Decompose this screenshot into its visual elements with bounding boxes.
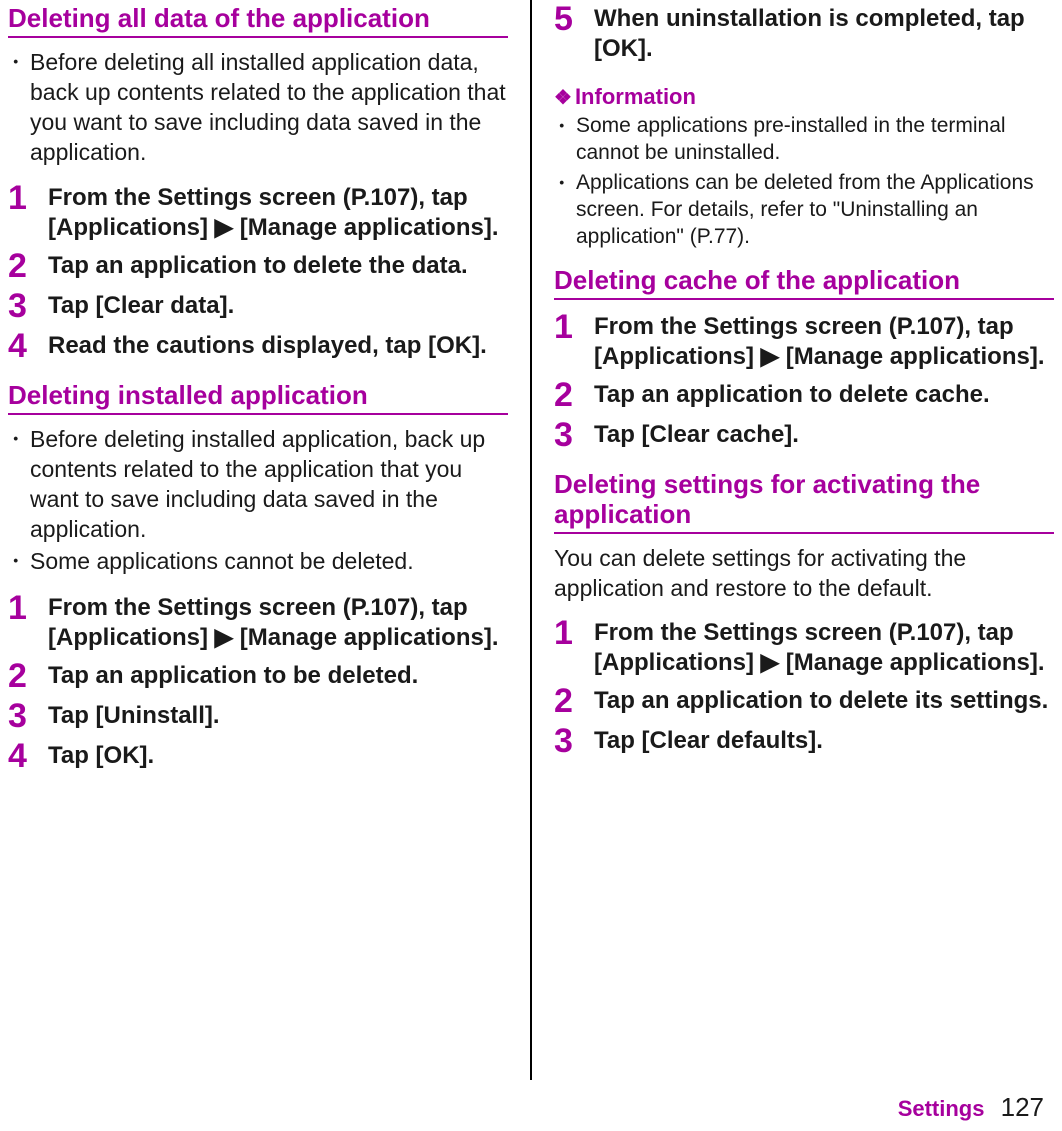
step: 2 Tap an application to delete the data. bbox=[8, 249, 508, 283]
step-text: Tap [OK]. bbox=[48, 739, 154, 771]
footer-category: Settings bbox=[898, 1096, 985, 1121]
step: 2 Tap an application to delete cache. bbox=[554, 378, 1054, 412]
step-number: 5 bbox=[554, 2, 580, 36]
step-number: 1 bbox=[8, 591, 34, 625]
step-number: 2 bbox=[554, 378, 580, 412]
step-text: Read the cautions displayed, tap [OK]. bbox=[48, 329, 487, 361]
step-number: 3 bbox=[8, 289, 34, 323]
right-column: 5 When uninstallation is completed, tap … bbox=[554, 0, 1054, 1080]
step-text: When uninstallation is completed, tap [O… bbox=[594, 2, 1054, 64]
footer-page-number: 127 bbox=[1001, 1092, 1044, 1122]
step: 4 Tap [OK]. bbox=[8, 739, 508, 773]
step-text: Tap an application to delete cache. bbox=[594, 378, 990, 410]
page-content: Deleting all data of the application Bef… bbox=[0, 0, 1062, 1080]
information-heading: Information bbox=[554, 84, 1054, 110]
information-block: Some applications pre-installed in the t… bbox=[554, 112, 1054, 262]
step-number: 2 bbox=[554, 684, 580, 718]
step-text: Tap an application to delete the data. bbox=[48, 249, 468, 281]
step: 3 Tap [Clear cache]. bbox=[554, 418, 1054, 452]
step: 4 Read the cautions displayed, tap [OK]. bbox=[8, 329, 508, 363]
section-title-delete-cache: Deleting cache of the application bbox=[554, 266, 1054, 300]
section-title-delete-app: Deleting installed application bbox=[8, 381, 508, 415]
step-text: From the Settings screen (P.107), tap [A… bbox=[48, 591, 508, 653]
bullet-list: Some applications pre-installed in the t… bbox=[554, 112, 1054, 250]
bullet-item: Some applications cannot be deleted. bbox=[8, 547, 508, 577]
step-text: Tap [Clear defaults]. bbox=[594, 724, 823, 756]
section-title-delete-all-data: Deleting all data of the application bbox=[8, 4, 508, 38]
bullet-item: Applications can be deleted from the App… bbox=[554, 169, 1054, 251]
intro-text: You can delete settings for activating t… bbox=[554, 544, 1054, 604]
steps-list: 1 From the Settings screen (P.107), tap … bbox=[554, 310, 1054, 452]
step: 5 When uninstallation is completed, tap … bbox=[554, 2, 1054, 64]
bullet-list: Before deleting installed application, b… bbox=[8, 425, 508, 578]
step-text: From the Settings screen (P.107), tap [A… bbox=[594, 616, 1054, 678]
section-title-delete-defaults: Deleting settings for activating the app… bbox=[554, 470, 1054, 534]
step: 1 From the Settings screen (P.107), tap … bbox=[554, 310, 1054, 372]
steps-list: 1 From the Settings screen (P.107), tap … bbox=[8, 591, 508, 773]
bullet-item: Before deleting installed application, b… bbox=[8, 425, 508, 545]
step-text: Tap an application to delete its setting… bbox=[594, 684, 1048, 716]
step-text: Tap [Uninstall]. bbox=[48, 699, 220, 731]
step-text: From the Settings screen (P.107), tap [A… bbox=[594, 310, 1054, 372]
step-number: 3 bbox=[8, 699, 34, 733]
step-text: Tap [Clear data]. bbox=[48, 289, 234, 321]
bullet-item: Some applications pre-installed in the t… bbox=[554, 112, 1054, 167]
step: 1 From the Settings screen (P.107), tap … bbox=[8, 181, 508, 243]
step-text: Tap [Clear cache]. bbox=[594, 418, 799, 450]
step-number: 2 bbox=[8, 659, 34, 693]
step-text: Tap an application to be deleted. bbox=[48, 659, 418, 691]
steps-list-continued: 5 When uninstallation is completed, tap … bbox=[554, 2, 1054, 64]
step-number: 2 bbox=[8, 249, 34, 283]
steps-list: 1 From the Settings screen (P.107), tap … bbox=[554, 616, 1054, 758]
step-number: 4 bbox=[8, 739, 34, 773]
step-number: 1 bbox=[554, 310, 580, 344]
step: 2 Tap an application to delete its setti… bbox=[554, 684, 1054, 718]
column-divider bbox=[530, 0, 532, 1080]
page-footer: Settings 127 bbox=[898, 1092, 1044, 1123]
bullet-item: Before deleting all installed applicatio… bbox=[8, 48, 508, 168]
step: 1 From the Settings screen (P.107), tap … bbox=[8, 591, 508, 653]
step: 3 Tap [Clear defaults]. bbox=[554, 724, 1054, 758]
step: 2 Tap an application to be deleted. bbox=[8, 659, 508, 693]
bullet-list: Before deleting all installed applicatio… bbox=[8, 48, 508, 170]
steps-list: 1 From the Settings screen (P.107), tap … bbox=[8, 181, 508, 363]
step-number: 1 bbox=[554, 616, 580, 650]
step-number: 4 bbox=[8, 329, 34, 363]
step: 3 Tap [Clear data]. bbox=[8, 289, 508, 323]
step-number: 3 bbox=[554, 418, 580, 452]
step-number: 3 bbox=[554, 724, 580, 758]
step-number: 1 bbox=[8, 181, 34, 215]
step: 3 Tap [Uninstall]. bbox=[8, 699, 508, 733]
left-column: Deleting all data of the application Bef… bbox=[8, 0, 508, 1080]
step: 1 From the Settings screen (P.107), tap … bbox=[554, 616, 1054, 678]
step-text: From the Settings screen (P.107), tap [A… bbox=[48, 181, 508, 243]
